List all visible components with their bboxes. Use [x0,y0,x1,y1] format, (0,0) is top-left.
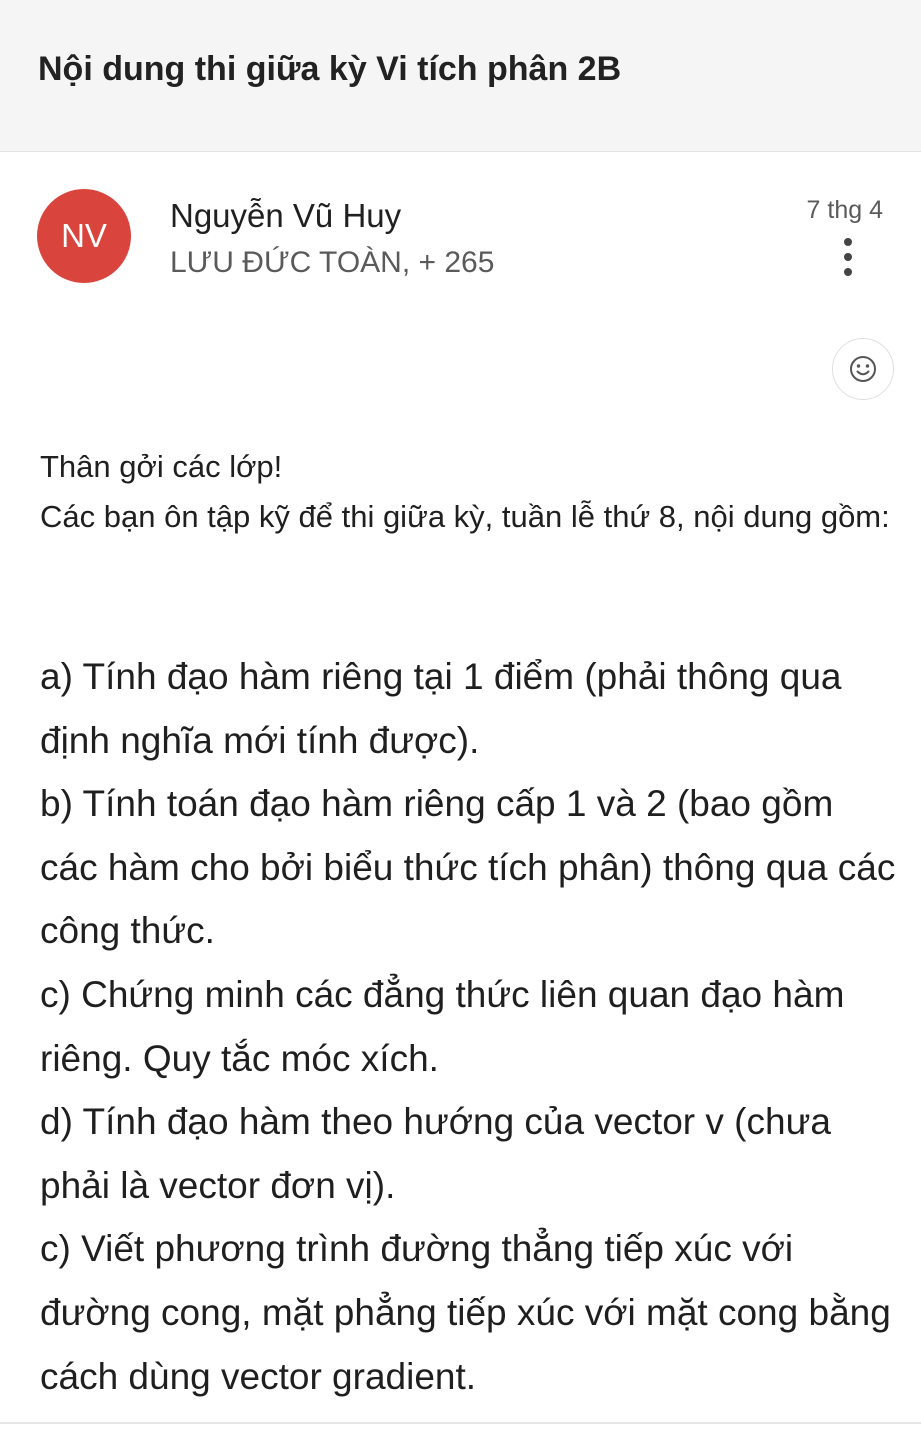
email-intro: Các bạn ôn tập kỹ để thi giữa kỳ, tuần l… [40,499,890,534]
more-dot [844,268,852,276]
more-dot [844,253,852,261]
list-item: c) Chứng minh các đẳng thức liên quan đạ… [40,973,845,1079]
add-reaction-button[interactable] [832,338,894,400]
email-greeting: Thân gởi các lớp! [40,449,283,484]
email-date: 7 thg 4 [806,196,883,224]
list-item: d) Tính đạo hàm theo hướng của vector v … [40,1101,831,1206]
recipients-summary[interactable]: LƯU ĐỨC TOÀN, + 265 [170,246,494,280]
list-item: a) Tính đạo hàm riêng tại 1 điểm (phải t… [40,656,842,761]
divider [0,1422,921,1424]
subject-bar: Nội dung thi giữa kỳ Vi tích phân 2B [0,0,921,152]
exam-content-list: a) Tính đạo hàm riêng tại 1 điểm (phải t… [40,645,900,1408]
list-item: c) Viết phương trình đường thẳng tiếp xú… [40,1228,891,1397]
smiley-icon [850,356,876,382]
sender-name[interactable]: Nguyễn Vũ Huy [170,197,401,235]
more-dot [844,238,852,246]
more-vert-icon[interactable] [836,238,860,280]
list-item: b) Tính toán đạo hàm riêng cấp 1 và 2 (b… [40,783,896,952]
email-subject: Nội dung thi giữa kỳ Vi tích phân 2B [38,50,622,88]
sender-avatar[interactable]: NV [37,189,131,283]
